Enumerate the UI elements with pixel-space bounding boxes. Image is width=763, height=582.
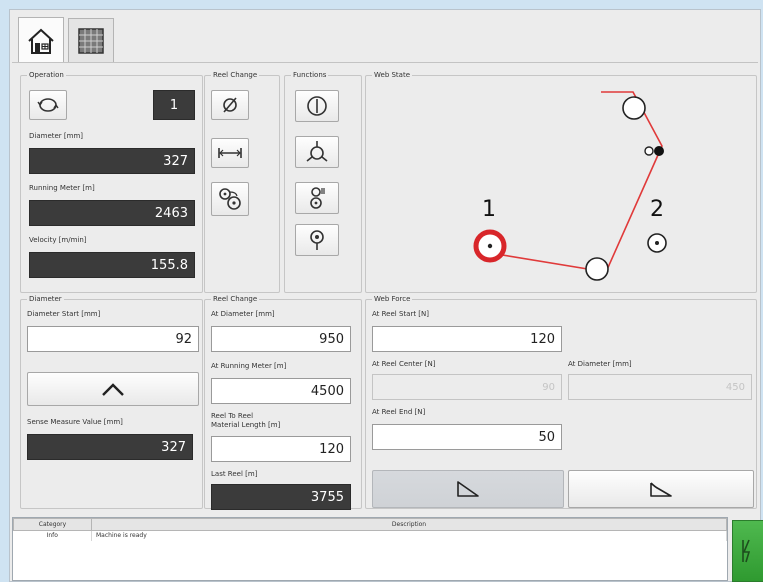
taper-linear-icon (650, 482, 672, 497)
home-icon (28, 28, 54, 54)
bottom-roller (585, 257, 609, 281)
chevron-up-icon (102, 383, 124, 396)
diameter-mode-button[interactable] (211, 90, 249, 120)
diameter-start-label: Diameter Start [mm] (27, 310, 101, 318)
last-reel-label: Last Reel [m] (211, 470, 258, 478)
at-diameter-label: At Diameter [mm] (211, 310, 275, 318)
reel-2-label: 2 (650, 197, 664, 222)
reel-change-buttons-title: Reel Change (211, 70, 260, 80)
diameter-start-input[interactable]: 92 (27, 326, 199, 352)
splice-function-button[interactable] (295, 182, 339, 214)
velocity-label: Velocity [m/min] (29, 236, 87, 244)
at-reel-start-input[interactable]: 120 (372, 326, 562, 352)
last-reel-value: 3755 (211, 484, 351, 510)
pin-function-button[interactable] (295, 224, 339, 256)
tab-grid[interactable] (68, 18, 114, 62)
reel-swap-icon (219, 188, 241, 210)
guide-roller-filled (654, 146, 664, 156)
content-area: Operation 1 Diameter [mm] 327 Running Me… (12, 62, 758, 516)
at-reel-end-input[interactable]: 50 (372, 424, 562, 450)
pin-icon (310, 230, 324, 250)
at-reel-center-label: At Reel Center [N] (372, 360, 436, 368)
length-mode-button[interactable] (211, 138, 249, 168)
splice-icon (310, 187, 325, 209)
reel-1-core (487, 243, 493, 249)
reel-change-title: Reel Change (211, 294, 260, 304)
rotate-reel-icon (37, 98, 59, 112)
at-running-meter-label: At Running Meter [m] (211, 362, 287, 370)
length-icon (218, 148, 242, 158)
diameter-group: Diameter Diameter Start [mm] 92 Sense Me… (20, 294, 203, 509)
diameter-label: Diameter [mm] (29, 132, 84, 140)
main-window: Operation 1 Diameter [mm] 327 Running Me… (9, 9, 763, 582)
category-column-header[interactable]: Category (13, 518, 92, 531)
diameter-group-title: Diameter (27, 294, 64, 304)
power-function-button[interactable] (295, 90, 339, 122)
reel-change-group: Reel Change At Diameter [mm] 950 At Runn… (204, 294, 362, 510)
running-meter-label: Running Meter [m] (29, 184, 95, 192)
tension-function-button[interactable] (295, 136, 339, 168)
row-description: Machine is ready (91, 530, 727, 541)
web-force-title: Web Force (372, 294, 413, 304)
operation-group: Operation 1 Diameter [mm] 327 Running Me… (20, 70, 203, 293)
at-reel-start-label: At Reel Start [N] (372, 310, 429, 318)
taper-mode-button-1[interactable] (372, 470, 564, 508)
diameter-icon (223, 97, 237, 113)
at-reel-center-input[interactable]: 90 (372, 374, 562, 400)
web-state-group: Web State 1 2 (365, 70, 757, 293)
description-column-header[interactable]: Description (91, 518, 727, 531)
operation-counter: 1 (153, 90, 195, 120)
running-meter-value: 2463 (29, 200, 195, 226)
web-path-diagram: 1 2 (473, 91, 667, 281)
reel-change-buttons-group: Reel Change (204, 70, 280, 293)
at-diameter-input[interactable]: 950 (211, 326, 351, 352)
web-force-group: Web Force At Reel Start [N] 120 At Reel … (365, 294, 757, 509)
diameter-value: 327 (29, 148, 195, 174)
tension-icon (306, 141, 328, 162)
at-diameter-force-input[interactable]: 450 (568, 374, 752, 400)
operation-mode-button[interactable] (29, 90, 67, 120)
velocity-value: 155.8 (29, 252, 195, 278)
row-category: Info (13, 530, 92, 541)
at-reel-end-label: At Reel End [N] (372, 408, 426, 416)
table-row[interactable]: Info Machine is ready (13, 530, 727, 541)
taper-mode-button-2[interactable] (568, 470, 754, 508)
tab-bar (10, 10, 760, 63)
top-roller (622, 96, 646, 120)
reel-to-reel-label-line2: Material Length [m] (211, 421, 281, 429)
reel-to-reel-input[interactable]: 120 (211, 436, 351, 462)
functions-title: Functions (291, 70, 329, 80)
reel-2-core (655, 241, 659, 245)
message-log: Category Description Info Machine is rea… (12, 517, 728, 581)
lightning-icon (742, 539, 751, 563)
power-icon (307, 96, 327, 116)
operation-title: Operation (27, 70, 66, 80)
reel-swap-button[interactable] (211, 182, 249, 216)
guide-roller (644, 146, 654, 156)
grid-icon (78, 27, 104, 54)
reel-to-reel-label-line1: Reel To Reel (211, 412, 254, 420)
sense-measure-value: 327 (27, 434, 193, 460)
reel-1-label: 1 (482, 197, 496, 222)
sense-measure-label: Sense Measure Value [mm] (27, 418, 123, 426)
at-diameter-force-label: At Diameter [mm] (568, 360, 632, 368)
at-running-meter-input[interactable]: 4500 (211, 378, 351, 404)
functions-group: Functions (284, 70, 362, 293)
diameter-increase-button[interactable] (27, 372, 199, 406)
taper-curve-icon (457, 481, 479, 497)
message-table: Category Description Info Machine is rea… (13, 518, 727, 541)
machine-status-button[interactable] (732, 520, 763, 582)
tab-home[interactable] (18, 17, 64, 63)
